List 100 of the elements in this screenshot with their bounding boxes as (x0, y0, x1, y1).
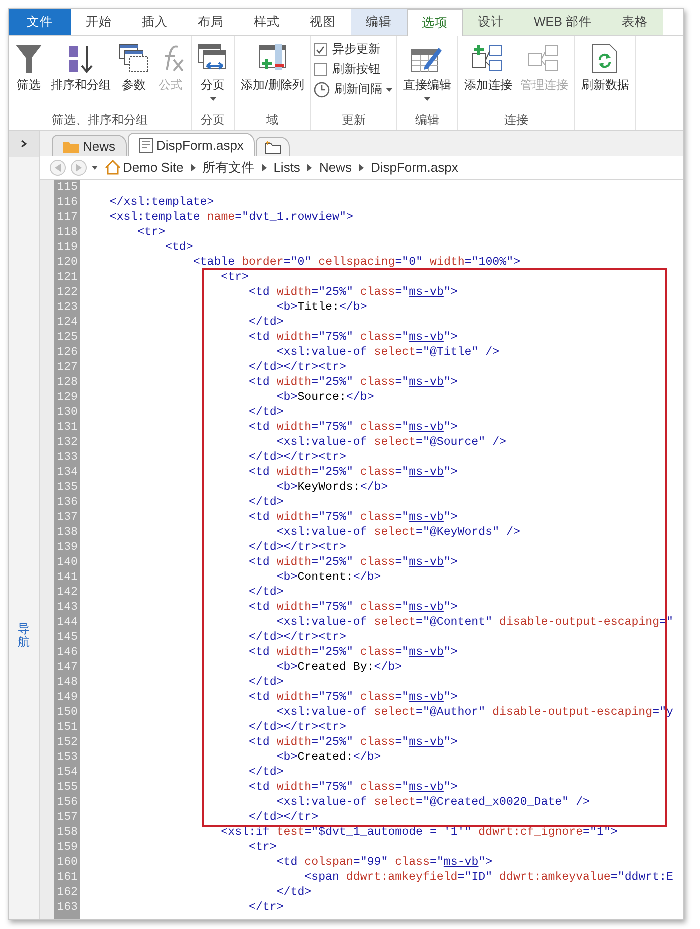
ribbon-tab[interactable]: 插入 (127, 9, 183, 35)
code-line: <tr> (248, 840, 278, 855)
line-number: 134 (56, 465, 79, 480)
separator-arrow-icon (262, 164, 267, 172)
line-number: 155 (56, 780, 79, 795)
checkbox-label: 异步更新 (332, 41, 380, 58)
chevron-right-icon (21, 140, 27, 148)
code-line: <xsl:value-of select="@Title" /> (276, 345, 501, 360)
line-number: 152 (56, 735, 79, 750)
line-number: 117 (56, 210, 79, 225)
line-number: 124 (56, 315, 79, 330)
code-line: </td> (248, 675, 285, 690)
checkbox[interactable] (314, 43, 328, 56)
separator-arrow-icon (358, 164, 364, 172)
ribbon-tab[interactable]: 文件 (9, 9, 71, 35)
ribbon-button[interactable]: 筛选 (12, 42, 46, 94)
ribbon-button[interactable]: 刷新间隔 (314, 81, 394, 98)
code-line: <td width="25%" class="ms-vb"> (248, 465, 459, 480)
breadcrumb-link[interactable]: Demo Site (103, 160, 186, 175)
breadcrumb-link[interactable]: DispForm.aspx (368, 160, 460, 175)
line-number: 115 (56, 180, 79, 195)
line-number: 137 (56, 510, 79, 525)
code-line: </td> (248, 765, 285, 780)
line-number: 146 (56, 645, 79, 660)
line-number: 161 (56, 870, 79, 885)
code-line: <xsl:value-of select="@Source" /> (276, 435, 508, 450)
group-label: 连接 (503, 112, 530, 129)
ribbon-tab[interactable]: 布局 (183, 9, 239, 35)
line-number: 118 (56, 225, 79, 240)
code-line: <td width="25%" class="ms-vb"> (248, 375, 459, 390)
ribbon-tab[interactable]: 表格 (606, 9, 663, 35)
code-line: <td width="75%" class="ms-vb"> (248, 690, 459, 705)
back-arrow-icon (55, 164, 61, 172)
code-line: </td> (248, 585, 285, 600)
code-line: <table border="0" cellspacing="0" width="100%"> (192, 255, 522, 270)
ribbon-button[interactable]: 添加连接 (461, 42, 516, 94)
back-button[interactable] (50, 160, 66, 176)
code-line: <td> (164, 240, 194, 255)
code-line: <b>Created By:</b> (276, 660, 404, 675)
line-number: 160 (56, 855, 79, 870)
linked-tables-icon (472, 44, 504, 74)
code-line: </td></tr><tr> (248, 630, 348, 645)
code-line: <td width="25%" class="ms-vb"> (248, 285, 459, 300)
code-line: <xsl:value-of select="@KeyWords" /> (276, 525, 522, 540)
line-number: 122 (56, 285, 79, 300)
forward-button[interactable] (71, 160, 87, 176)
line-number: 154 (56, 765, 79, 780)
checkbox-label: 刷新按钮 (332, 61, 380, 78)
ribbon-button[interactable]: 排序和分组 (48, 42, 114, 94)
ribbon-tab[interactable]: 选项 (407, 9, 463, 36)
line-number: 150 (56, 705, 79, 720)
code-line: </tr> (248, 900, 285, 915)
code-line: <b>Created:</b> (276, 750, 382, 765)
ribbon-tab[interactable]: 编辑 (351, 9, 407, 35)
line-number: 153 (56, 750, 79, 765)
breadcrumb-link[interactable]: News (317, 160, 354, 175)
ribbon-button[interactable]: 直接编辑 (400, 42, 454, 101)
code-line: <b>Source:</b> (276, 390, 376, 405)
line-number: 130 (56, 405, 79, 420)
funnel-icon (15, 44, 43, 74)
folder-icon (63, 140, 79, 152)
ribbon-tab[interactable]: 设计 (463, 9, 519, 35)
expand-button[interactable] (9, 131, 39, 157)
group-label: 更新 (340, 112, 367, 129)
separator-arrow-icon (190, 164, 196, 172)
separator-arrow-icon (307, 164, 312, 172)
ribbon-button[interactable]: 添加/删除列 (238, 42, 308, 94)
checkbox[interactable] (314, 63, 328, 76)
line-number: 131 (56, 420, 79, 435)
line-number: 145 (56, 630, 79, 645)
navigation-pane-label[interactable]: 导航 (18, 622, 30, 649)
line-number: 162 (56, 885, 79, 900)
breadcrumb-link[interactable]: Lists (272, 160, 302, 175)
window-stack-icon (119, 44, 149, 74)
linked-tables-icon (528, 44, 560, 74)
ribbon-tab[interactable]: 开始 (71, 9, 127, 35)
new-tab-button[interactable] (256, 137, 290, 156)
group-label: 域 (266, 112, 280, 129)
code-line: </td> (276, 885, 313, 900)
document-tab[interactable]: DispForm.aspx (128, 133, 255, 156)
ribbon-button[interactable]: 分页 (195, 42, 231, 101)
ribbon-tab[interactable]: 视图 (295, 9, 351, 35)
code-line: <xsl:value-of select="@Author" disable-output-escaping="y (276, 705, 675, 720)
line-number: 148 (56, 675, 79, 690)
code-line: <td width="75%" class="ms-vb"> (248, 420, 459, 435)
line-number: 143 (56, 600, 79, 615)
ribbon-tab[interactable]: 样式 (239, 9, 295, 35)
refresh-document-icon (592, 44, 618, 74)
group-label: 分页 (200, 112, 226, 129)
ribbon-tab[interactable]: WEB 部件 (519, 9, 607, 35)
document-tab[interactable]: News (52, 135, 127, 156)
line-number: 158 (56, 825, 79, 840)
breadcrumb-link[interactable]: 所有文件 (200, 158, 257, 176)
ribbon-button[interactable]: 刷新数据 (578, 42, 632, 94)
line-number: 119 (56, 240, 79, 255)
line-number: 135 (56, 480, 79, 495)
home-icon (105, 160, 121, 175)
code-line: <tr> (220, 270, 250, 285)
line-number: 151 (56, 720, 79, 735)
ribbon-button[interactable]: 参数 (116, 42, 152, 94)
